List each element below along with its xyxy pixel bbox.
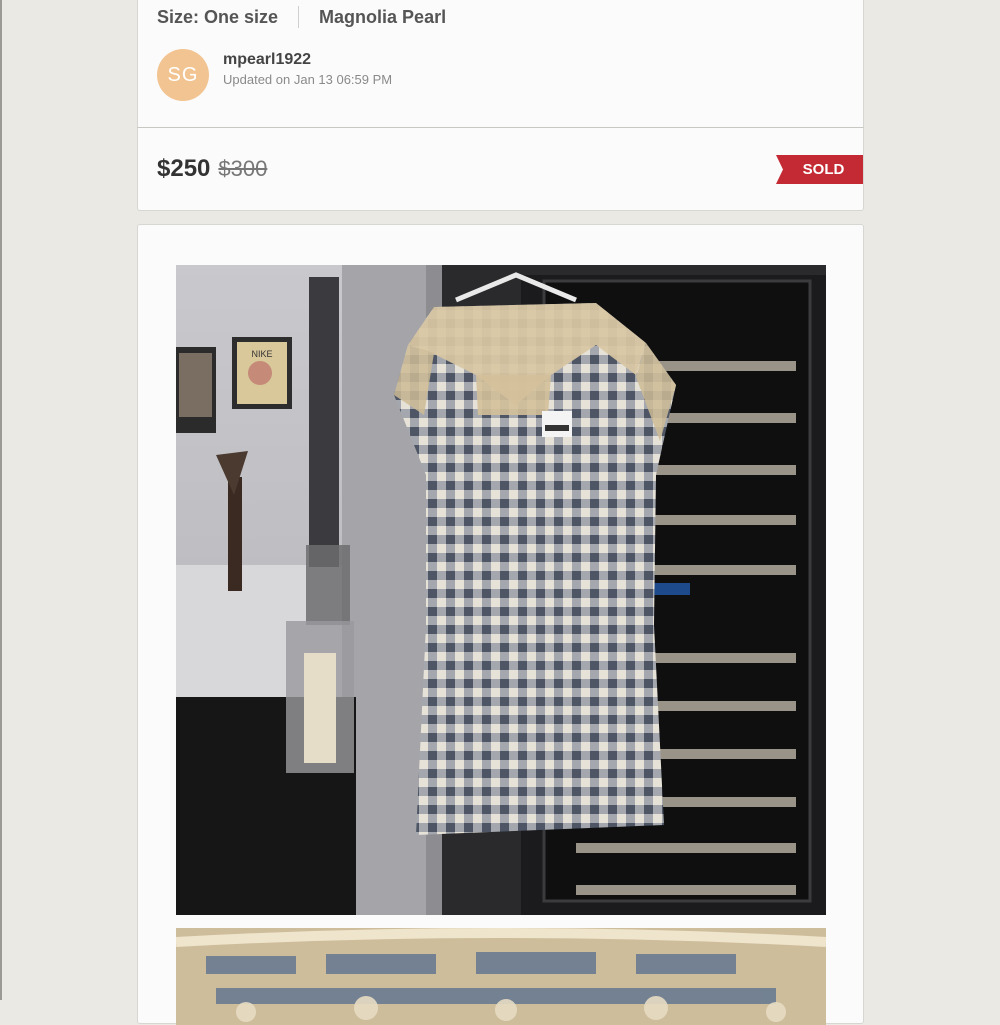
size-label: Size: One size xyxy=(157,6,279,27)
listing-info-card: Size: One size Magnolia Pearl SG mpearl1… xyxy=(137,0,864,128)
listing-photo-secondary[interactable] xyxy=(176,928,826,1025)
dress-photo-illustration: NIKE xyxy=(176,265,826,915)
photo-card: NIKE xyxy=(137,224,864,1025)
updated-timestamp: Updated on Jan 13 06:59 PM xyxy=(223,72,393,87)
lace-detail-illustration xyxy=(176,928,826,1025)
poster-text: NIKE xyxy=(251,349,272,359)
page-left-edge xyxy=(0,0,2,1000)
seller-username[interactable]: mpearl1922 xyxy=(223,51,311,69)
sold-badge: SOLD xyxy=(776,155,863,184)
seller-avatar[interactable]: SG xyxy=(157,49,209,101)
listing-photo-main[interactable]: NIKE xyxy=(176,265,826,915)
price-card: $250 $300 SOLD xyxy=(137,128,864,211)
brand-link[interactable]: Magnolia Pearl xyxy=(319,7,446,28)
listing-meta-row: Size: One size Magnolia Pearl xyxy=(157,1,446,33)
meta-divider xyxy=(298,6,300,28)
current-price: $250 xyxy=(157,155,211,182)
price-group: $250 $300 xyxy=(157,155,267,183)
original-price: $300 xyxy=(218,156,268,181)
